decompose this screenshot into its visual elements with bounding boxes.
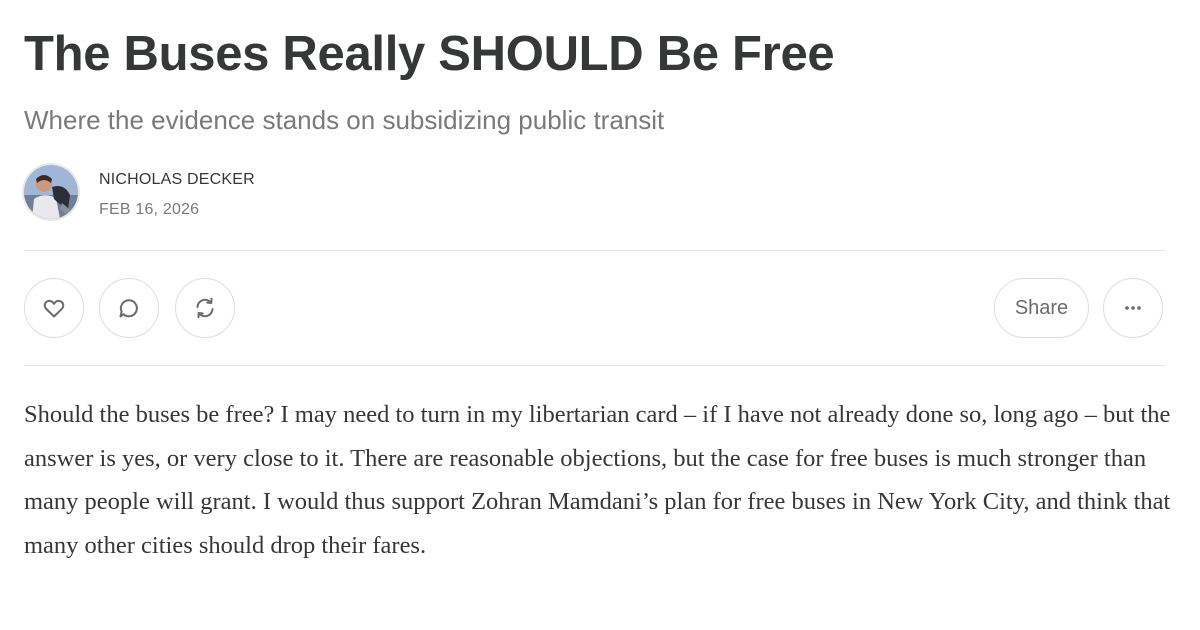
article-title: The Buses Really SHOULD Be Free — [24, 27, 835, 81]
more-icon — [1125, 306, 1141, 310]
heart-icon — [43, 299, 65, 318]
restack-icon — [196, 297, 214, 319]
publish-date: FEB 16, 2026 — [99, 201, 200, 218]
like-button[interactable] — [24, 278, 84, 338]
more-options-button[interactable] — [1103, 278, 1163, 338]
article-subtitle: Where the evidence stands on subsidizing… — [24, 105, 665, 135]
divider-top — [24, 250, 1165, 251]
divider-bottom — [24, 365, 1165, 366]
author-name[interactable]: NICHOLAS DECKER — [99, 170, 255, 190]
comment-button[interactable] — [99, 278, 159, 338]
comment-icon — [119, 299, 138, 318]
restack-button[interactable] — [175, 278, 235, 338]
author-avatar[interactable] — [24, 165, 78, 219]
share-button[interactable]: Share — [994, 278, 1089, 338]
avatar-photo — [24, 165, 78, 219]
article-body-paragraph: Should the buses be free? I may need to … — [24, 401, 1171, 559]
